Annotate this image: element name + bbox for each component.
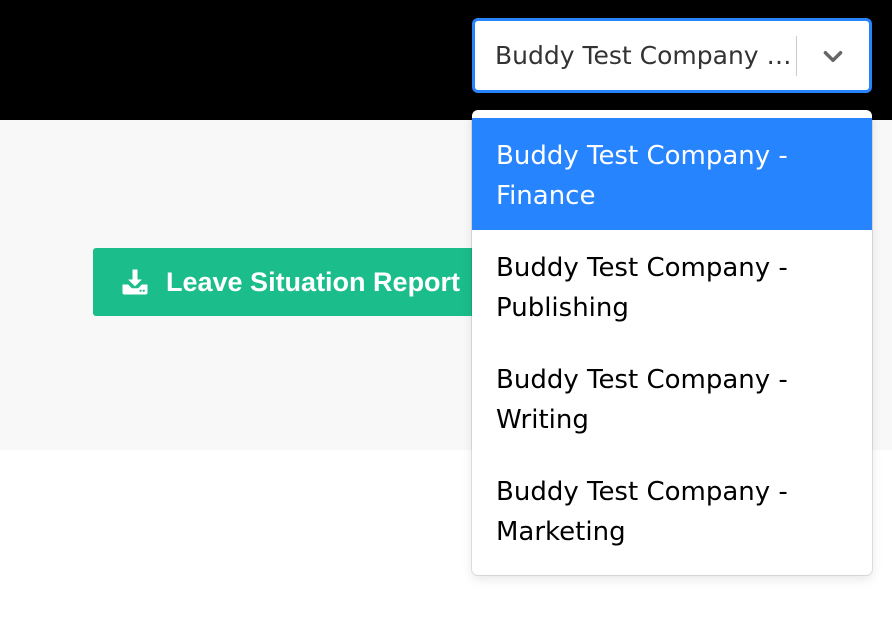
download-icon xyxy=(120,267,150,297)
leave-situation-report-button[interactable]: Leave Situation Report xyxy=(93,248,493,316)
company-select-menu: Buddy Test Company - Finance Buddy Test … xyxy=(472,110,872,575)
leave-situation-report-label: Leave Situation Report xyxy=(166,266,461,297)
company-select-value: Buddy Test Company - Finance xyxy=(495,41,796,70)
company-option-publishing[interactable]: Buddy Test Company - Publishing xyxy=(472,230,872,342)
company-option-marketing[interactable]: Buddy Test Company - Marketing xyxy=(472,454,872,566)
page: Leave Situation Report Buddy Test Compan… xyxy=(0,0,892,628)
company-select[interactable]: Buddy Test Company - Finance xyxy=(472,18,872,93)
company-option-finance[interactable]: Buddy Test Company - Finance xyxy=(472,118,872,230)
company-option-writing[interactable]: Buddy Test Company - Writing xyxy=(472,342,872,454)
chevron-down-icon[interactable] xyxy=(797,21,869,90)
